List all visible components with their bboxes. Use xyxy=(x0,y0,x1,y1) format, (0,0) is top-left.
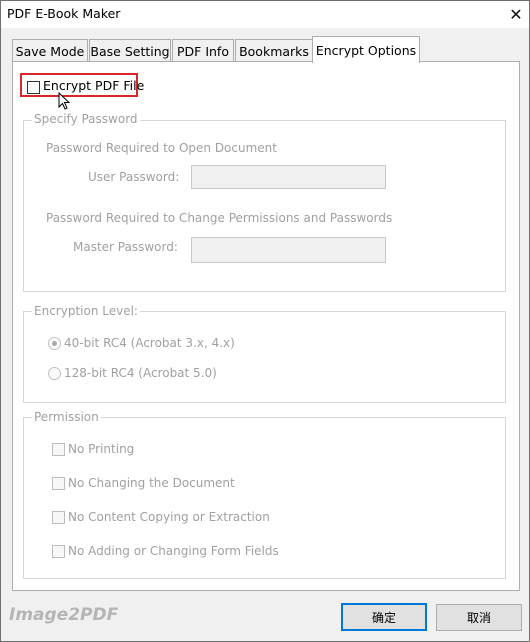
tab-bookmarks[interactable]: Bookmarks xyxy=(235,39,313,62)
encryption-level-title: Encryption Level: xyxy=(32,304,140,318)
permission-password-heading: Password Required to Change Permissions … xyxy=(46,211,393,225)
encryption-level-group xyxy=(23,311,506,403)
cancel-button-label: 取消 xyxy=(466,611,491,625)
open-password-heading: Password Required to Open Document xyxy=(46,141,277,155)
tab-panel-encrypt-options: Encrypt PDF File Specify Password Passwo… xyxy=(12,61,520,591)
window-title: PDF E-Book Maker xyxy=(7,6,121,21)
no-printing-checkbox[interactable] xyxy=(52,443,65,456)
brand-label: Image2PDF xyxy=(9,605,119,625)
tab-encrypt-options[interactable]: Encrypt Options xyxy=(312,36,420,63)
tab-label: PDF Info xyxy=(177,43,229,59)
tab-label: Encrypt Options xyxy=(315,42,417,58)
no-content-copying-checkbox[interactable] xyxy=(52,511,65,524)
dialog-window: PDF E-Book Maker ✕ Save Mode Base Settin… xyxy=(0,0,530,642)
ok-button[interactable]: 确定 xyxy=(341,603,427,631)
no-content-copying-label: No Content Copying or Extraction xyxy=(68,510,270,524)
radio-128bit[interactable] xyxy=(48,367,61,380)
master-password-label: Master Password: xyxy=(73,240,178,254)
close-icon[interactable]: ✕ xyxy=(505,3,527,25)
user-password-field[interactable] xyxy=(191,165,386,189)
tab-pdf-info[interactable]: PDF Info xyxy=(172,39,234,62)
no-changing-document-label: No Changing the Document xyxy=(68,476,235,490)
radio-128bit-label: 128-bit RC4 (Acrobat 5.0) xyxy=(64,366,217,380)
no-changing-document-checkbox[interactable] xyxy=(52,477,65,490)
tab-base-setting[interactable]: Base Setting xyxy=(89,39,171,62)
master-password-field[interactable] xyxy=(191,237,386,263)
tab-save-mode[interactable]: Save Mode xyxy=(12,39,88,62)
tab-label: Save Mode xyxy=(15,43,85,59)
radio-40bit[interactable] xyxy=(48,337,61,350)
permission-group-title: Permission xyxy=(32,410,101,424)
cursor-arrow-icon xyxy=(58,92,70,110)
title-bar: PDF E-Book Maker ✕ xyxy=(1,1,529,28)
password-group-title: Specify Password xyxy=(32,112,140,126)
tab-label: Base Setting xyxy=(90,43,170,59)
no-form-fields-label: No Adding or Changing Form Fields xyxy=(68,544,279,558)
no-form-fields-checkbox[interactable] xyxy=(52,545,65,558)
radio-40bit-label: 40-bit RC4 (Acrobat 3.x, 4.x) xyxy=(64,336,235,350)
tab-label: Bookmarks xyxy=(239,43,309,59)
no-printing-label: No Printing xyxy=(68,442,135,456)
ok-button-label: 确定 xyxy=(371,610,396,625)
user-password-label: User Password: xyxy=(88,170,180,184)
encrypt-pdf-label[interactable]: Encrypt PDF File xyxy=(43,78,144,93)
cancel-button[interactable]: 取消 xyxy=(436,604,522,631)
encrypt-pdf-checkbox[interactable] xyxy=(27,81,40,94)
